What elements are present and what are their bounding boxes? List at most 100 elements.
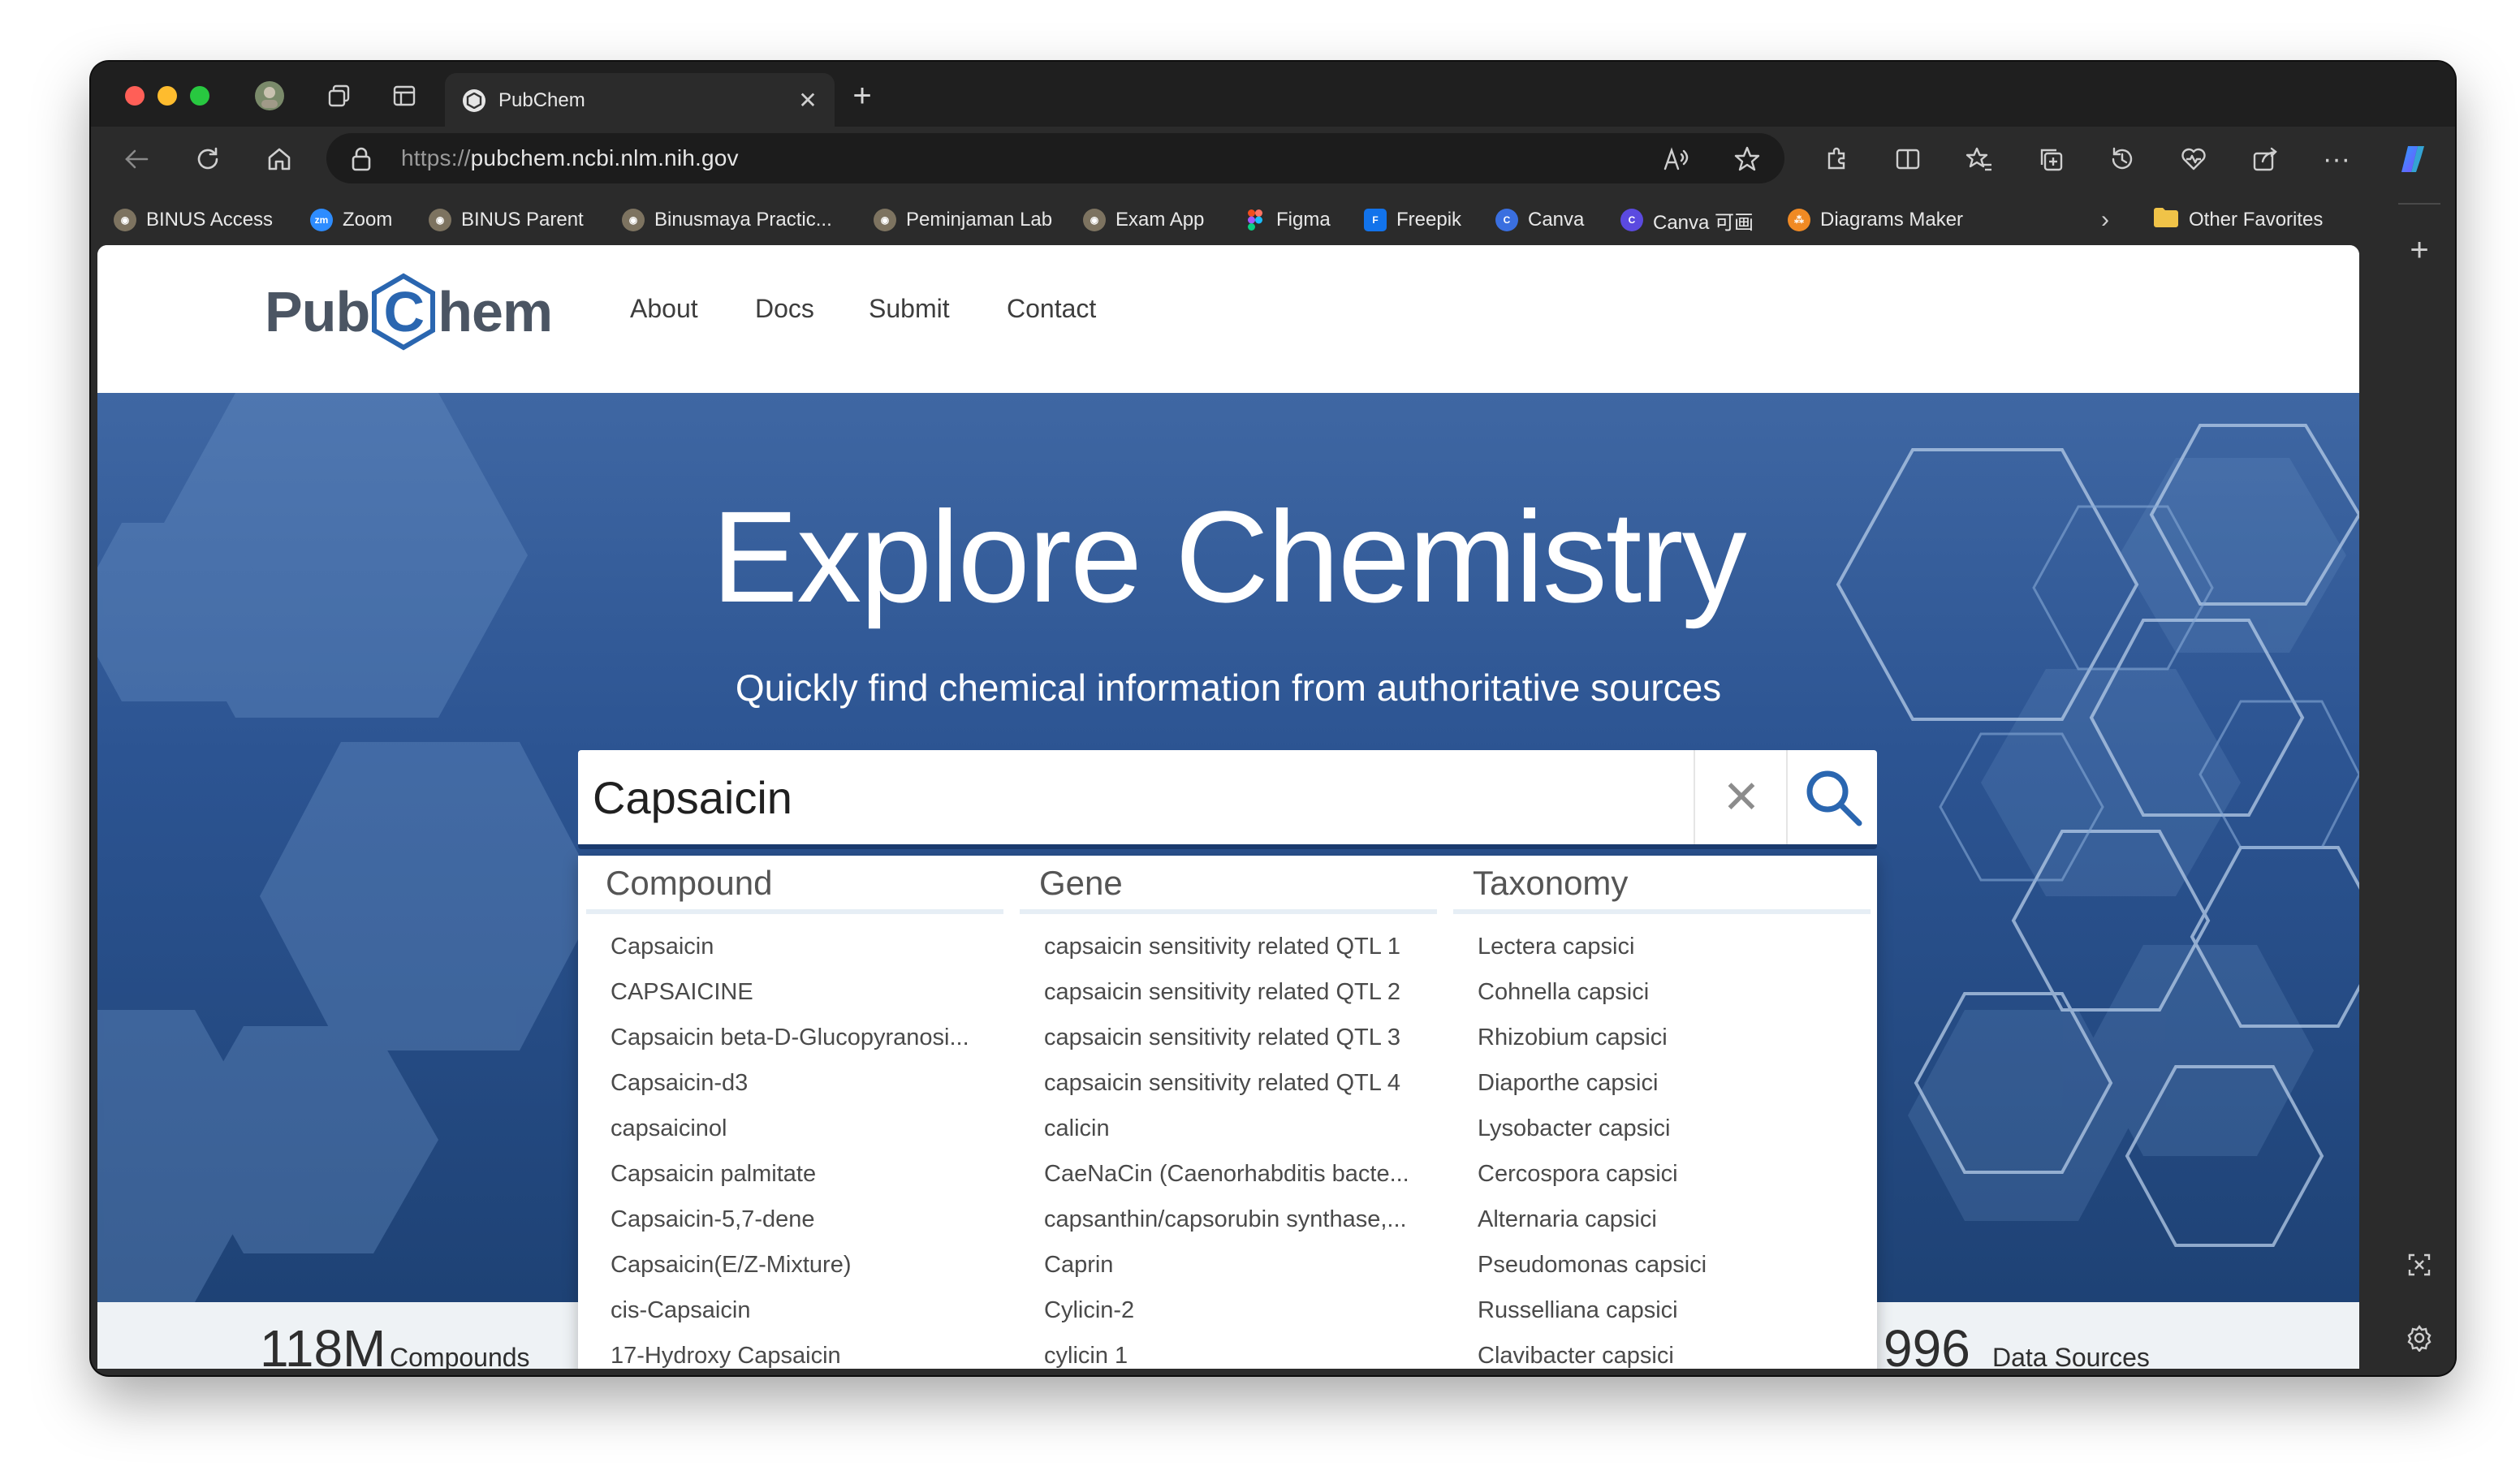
vertical-tabs-icon[interactable] [388, 80, 421, 112]
favorite-item[interactable]: ◉ Exam App [1083, 192, 1204, 248]
gene-suggestion[interactable]: Caprin [1016, 1242, 1440, 1288]
favorites-overflow-chevron-icon[interactable]: › [2101, 192, 2109, 248]
workspaces-icon[interactable] [323, 80, 356, 112]
taxonomy-suggestion[interactable]: Clavibacter capsici [1450, 1333, 1874, 1369]
split-screen-icon[interactable] [1890, 141, 1926, 177]
collections-icon[interactable] [2033, 141, 2069, 177]
tab-close-icon[interactable]: ✕ [794, 86, 822, 114]
favorite-item[interactable]: zm Zoom [310, 192, 392, 248]
url-text[interactable]: https://pubchem.ncbi.nlm.nih.gov [401, 145, 739, 171]
gene-suggestion[interactable]: capsaicin sensitivity related QTL 3 [1016, 1015, 1440, 1060]
favorite-item[interactable]: ◉ Peminjaman Lab [874, 192, 1052, 248]
other-favorites-folder[interactable]: Other Favorites [2153, 192, 2323, 248]
minimize-window-button[interactable] [158, 86, 177, 106]
close-window-button[interactable] [125, 86, 145, 106]
gene-list: capsaicin sensitivity related QTL 1 caps… [1016, 914, 1440, 1369]
compound-suggestion[interactable]: cis-Capsaicin [583, 1288, 1007, 1333]
pubchem-logo[interactable]: Pub C hem [265, 263, 553, 360]
sources-label: Data Sources [1992, 1343, 2150, 1369]
gene-suggestion[interactable]: capsaicin sensitivity related QTL 4 [1016, 1060, 1440, 1106]
binus-icon: ◉ [622, 209, 645, 231]
nav-contact[interactable]: Contact [1007, 294, 1096, 324]
more-options-icon[interactable]: ··· [2319, 141, 2354, 177]
compound-suggestion[interactable]: capsaicinol [583, 1106, 1007, 1151]
favorite-star-icon[interactable] [1732, 145, 1762, 174]
gene-suggestion[interactable]: Cylicin-2 [1016, 1288, 1440, 1333]
share-icon[interactable] [2247, 141, 2283, 177]
sidebar-add-icon[interactable]: + [2401, 232, 2437, 268]
compound-suggestion[interactable]: Capsaicin-d3 [583, 1060, 1007, 1106]
favorite-label: Freepik [1396, 209, 1462, 231]
back-icon[interactable] [119, 141, 154, 177]
taxonomy-suggestion[interactable]: Cercospora capsici [1450, 1151, 1874, 1197]
favorite-item[interactable]: ⁂ Diagrams Maker [1788, 192, 1963, 248]
logo-hexagon-icon: C [371, 273, 436, 351]
gene-suggestion[interactable]: capsaicin sensitivity related QTL 2 [1016, 969, 1440, 1015]
taxonomy-list: Lectera capsici Cohnella capsici Rhizobi… [1450, 914, 1874, 1369]
taxonomy-suggestion[interactable]: Lectera capsici [1450, 924, 1874, 969]
settings-gear-icon[interactable] [2401, 1320, 2437, 1356]
maximize-window-button[interactable] [190, 86, 209, 106]
search-icon[interactable] [1786, 750, 1879, 844]
page-viewport: Pub C hem About Docs Submit Contact Expl… [97, 245, 2359, 1369]
taxonomy-suggestion[interactable]: Cohnella capsici [1450, 969, 1874, 1015]
tab-strip: PubChem ✕ + [91, 62, 2455, 127]
taxonomy-header: Taxonomy [1453, 856, 1871, 914]
address-bar[interactable]: https://pubchem.ncbi.nlm.nih.gov [326, 133, 1784, 183]
browser-essentials-icon[interactable] [2176, 141, 2211, 177]
sidebar-divider [2398, 203, 2440, 205]
favorite-item[interactable]: C Canva [1495, 192, 1584, 248]
taxonomy-suggestion[interactable]: Russelliana capsici [1450, 1288, 1874, 1333]
screenshot-icon[interactable] [2401, 1247, 2437, 1283]
favorite-item[interactable]: C Canva 可画 [1620, 192, 1754, 248]
taxonomy-suggestion[interactable]: Alternaria capsici [1450, 1197, 1874, 1242]
search-input[interactable]: Capsaicin [593, 771, 792, 824]
gene-suggestion[interactable]: cylicin 1 [1016, 1333, 1440, 1369]
favorite-item[interactable]: F Freepik [1364, 192, 1461, 248]
nav-about[interactable]: About [630, 294, 698, 324]
favorites-icon[interactable] [1961, 141, 1997, 177]
other-favorites-label: Other Favorites [2189, 209, 2324, 231]
nav-submit[interactable]: Submit [869, 294, 950, 324]
logo-text-right: hem [438, 280, 553, 343]
taxonomy-suggestion[interactable]: Lysobacter capsici [1450, 1106, 1874, 1151]
compound-suggestion[interactable]: Capsaicin [583, 924, 1007, 969]
autocomplete-dropdown: Compound Capsaicin CAPSAICINE Capsaicin … [578, 856, 1877, 1369]
new-tab-button[interactable]: + [846, 78, 878, 114]
extensions-icon[interactable] [1819, 141, 1854, 177]
nav-docs[interactable]: Docs [755, 294, 814, 324]
profile-avatar-icon[interactable] [253, 80, 286, 112]
gene-suggestion[interactable]: calicin [1016, 1106, 1440, 1151]
clear-search-icon[interactable]: ✕ [1694, 750, 1788, 844]
gene-suggestion[interactable]: capsaicin sensitivity related QTL 1 [1016, 924, 1440, 969]
favorite-item[interactable]: ◉ Binusmaya Practic... [622, 192, 832, 248]
read-aloud-icon[interactable] [1661, 145, 1690, 174]
compounds-count: 118M [260, 1319, 386, 1369]
favorite-item[interactable]: Figma [1244, 192, 1331, 248]
tab-pubchem[interactable]: PubChem ✕ [445, 73, 835, 127]
search-box[interactable]: Capsaicin ✕ [578, 750, 1877, 849]
gene-suggestion[interactable]: CaeNaCin (Caenorhabditis bacte... [1016, 1151, 1440, 1197]
compound-suggestion[interactable]: 17-Hydroxy Capsaicin [583, 1333, 1007, 1369]
home-icon[interactable] [261, 141, 297, 177]
taxonomy-suggestion[interactable]: Pseudomonas capsici [1450, 1242, 1874, 1288]
compound-suggestion[interactable]: Capsaicin palmitate [583, 1151, 1007, 1197]
compound-suggestion[interactable]: Capsaicin-5,7-dene [583, 1197, 1007, 1242]
taxonomy-suggestion[interactable]: Diaporthe capsici [1450, 1060, 1874, 1106]
favorite-label: Exam App [1115, 209, 1205, 231]
refresh-icon[interactable] [190, 141, 226, 177]
hero-title: Explore Chemistry [711, 484, 1746, 629]
lock-icon[interactable] [351, 147, 372, 175]
copilot-icon[interactable] [2393, 141, 2429, 177]
favorite-item[interactable]: ◉ BINUS Access [114, 192, 273, 248]
favorite-item[interactable]: ◉ BINUS Parent [429, 192, 584, 248]
gene-suggestion[interactable]: capsanthin/capsorubin synthase,... [1016, 1197, 1440, 1242]
compound-suggestion[interactable]: Capsaicin(E/Z-Mixture) [583, 1242, 1007, 1288]
taxonomy-suggestion[interactable]: Rhizobium capsici [1450, 1015, 1874, 1060]
compound-list: Capsaicin CAPSAICINE Capsaicin beta-D-Gl… [583, 914, 1007, 1369]
canva-icon: C [1620, 209, 1643, 231]
history-icon[interactable] [2104, 141, 2140, 177]
compound-suggestion[interactable]: Capsaicin beta-D-Glucopyranosi... [583, 1015, 1007, 1060]
compound-suggestion[interactable]: CAPSAICINE [583, 969, 1007, 1015]
diagrams-icon: ⁂ [1788, 209, 1810, 231]
